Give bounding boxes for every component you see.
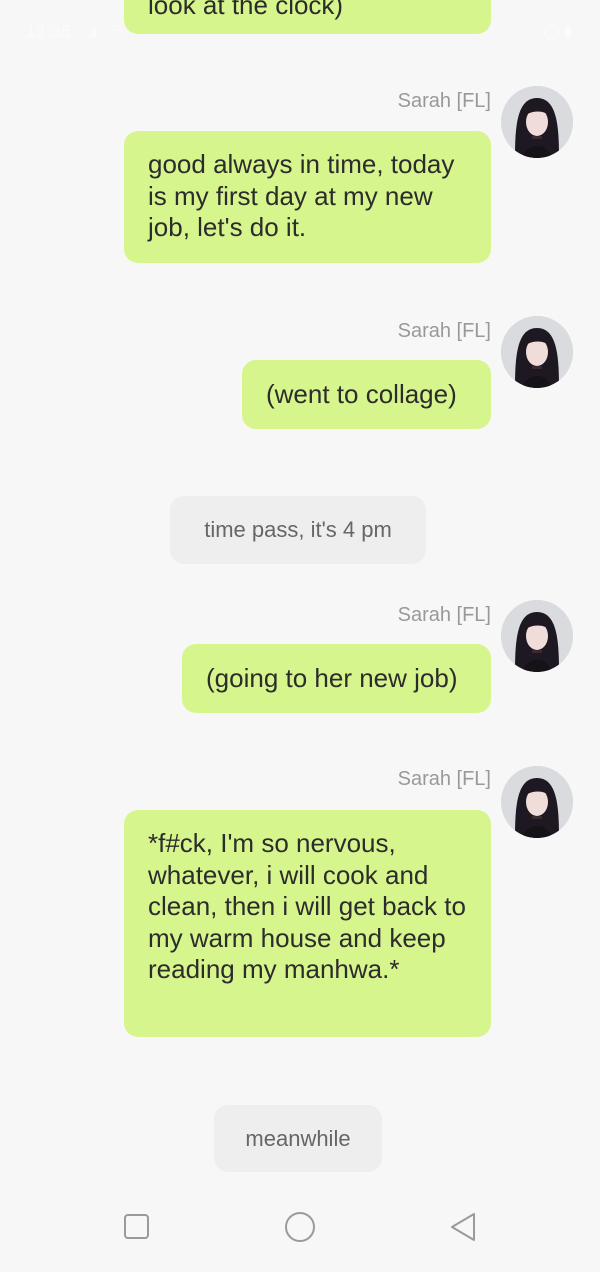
avatar[interactable]	[501, 766, 573, 838]
message-text: look at the clock)	[148, 0, 344, 20]
avatar[interactable]	[501, 86, 573, 158]
message-text: good always in time, today is my first d…	[148, 149, 455, 242]
message-bubble[interactable]: good always in time, today is my first d…	[124, 131, 491, 263]
message-row: Sarah [FL] good always in time, today is…	[0, 84, 600, 269]
narration-bubble[interactable]: meanwhile	[214, 1105, 382, 1172]
avatar-portrait-icon	[501, 600, 573, 672]
triangle-back-icon[interactable]	[451, 1213, 475, 1241]
avatar-portrait-icon	[501, 316, 573, 388]
avatar[interactable]	[501, 316, 573, 388]
avatar[interactable]	[501, 600, 573, 672]
message-bubble[interactable]: *f#ck, I'm so nervous, whatever, i will …	[124, 810, 491, 1037]
narration-text: time pass, it's 4 pm	[204, 517, 392, 542]
avatar-portrait-icon	[501, 766, 573, 838]
sender-name: Sarah [FL]	[397, 320, 491, 342]
status-time: 12:35	[26, 22, 72, 41]
message-bubble[interactable]: (going to her new job)	[182, 644, 491, 713]
message-row: Sarah [FL] (went to collage)	[0, 314, 600, 434]
message-row: Sarah [FL] (going to her new job)	[0, 598, 600, 718]
message-text: (went to collage)	[266, 378, 457, 409]
sender-name: Sarah [FL]	[397, 604, 491, 626]
square-recents-icon[interactable]	[124, 1214, 149, 1239]
navigation-bar	[0, 1190, 600, 1267]
message-bubble[interactable]: (went to collage)	[242, 360, 491, 429]
message-text: *f#ck, I'm so nervous, whatever, i will …	[148, 828, 466, 984]
circle-home-icon[interactable]	[285, 1212, 315, 1242]
status-right-icons: ◯▮	[543, 22, 576, 40]
message-row: Sarah [FL] *f#ck, I'm so nervous, whatev…	[0, 764, 600, 1044]
message-text: (going to her new job)	[206, 662, 458, 693]
signal-icon: ◢	[86, 24, 96, 39]
avatar-portrait-icon	[501, 86, 573, 158]
alarm-icon: ◯	[542, 23, 564, 40]
battery-icon: ▮	[563, 23, 576, 40]
message-bubble-partial[interactable]: look at the clock)	[124, 0, 491, 34]
sender-name: Sarah [FL]	[397, 90, 491, 112]
wifi-icon: ≈	[112, 20, 121, 37]
narration-text: meanwhile	[245, 1125, 351, 1151]
narration-bubble[interactable]: time pass, it's 4 pm	[170, 496, 426, 564]
sender-name: Sarah [FL]	[397, 768, 491, 790]
